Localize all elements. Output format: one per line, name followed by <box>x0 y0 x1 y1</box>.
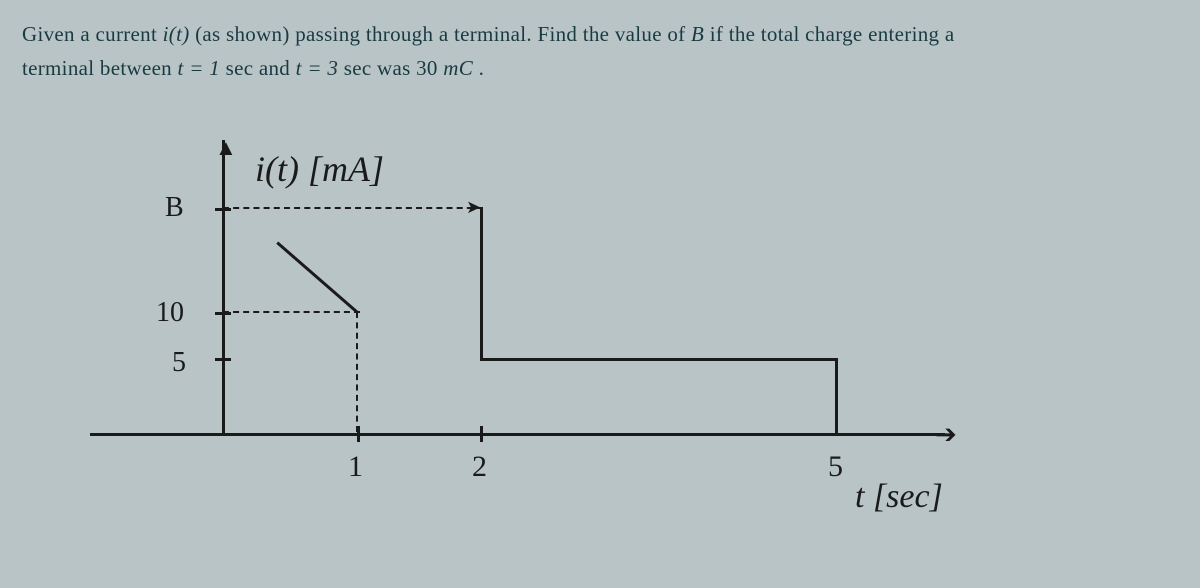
segment-5-horizontal <box>480 358 837 361</box>
y-axis-arrow-icon: ▲ <box>215 135 237 161</box>
text-part: Given a current <box>22 22 163 46</box>
y-tick-5 <box>215 358 231 361</box>
segment-ramp <box>276 242 359 314</box>
y-tick-label-B: B <box>165 192 184 224</box>
x-tick-label-1: 1 <box>348 450 363 484</box>
text-part: sec and <box>226 56 296 80</box>
guide-10-horizontal <box>223 311 360 313</box>
var-t1: t = 1 <box>178 56 221 80</box>
arrow-right-icon: ➤ <box>466 197 481 218</box>
var-t3: t = 3 <box>296 56 339 80</box>
segment-B-horizontal <box>223 207 483 209</box>
text-part: terminal between <box>22 56 178 80</box>
current-graph: ▲ ➔ i(t) [mA] t [sec] B 10 5 1 2 5 ➤ <box>90 120 1110 550</box>
var-i-of-t: i(t) <box>163 22 190 46</box>
text-part: . <box>479 56 485 80</box>
var-B: B <box>691 22 704 46</box>
problem-statement: Given a current i(t) (as shown) passing … <box>0 0 1200 103</box>
y-tick-label-5: 5 <box>172 347 186 379</box>
x-tick-label-2: 2 <box>472 450 487 484</box>
text-part: if the total charge entering a <box>710 22 955 46</box>
segment-x2-vertical <box>480 208 483 360</box>
x-tick-2 <box>480 426 483 442</box>
segment-x5-vertical <box>835 358 838 435</box>
text-part: sec was 30 <box>344 56 444 80</box>
y-axis-line <box>222 140 225 435</box>
x-axis-arrow-icon: ➔ <box>935 420 957 450</box>
text-part: (as shown) passing through a terminal. F… <box>195 22 691 46</box>
y-axis-title: i(t) [mA] <box>255 148 384 190</box>
y-tick-label-10: 10 <box>156 297 184 329</box>
x-tick-label-5: 5 <box>828 450 843 484</box>
x-axis-line <box>90 433 945 436</box>
x-axis-title: t [sec] <box>855 478 943 516</box>
guide-x1-vertical <box>356 312 358 432</box>
unit-mC: mC <box>443 56 473 80</box>
